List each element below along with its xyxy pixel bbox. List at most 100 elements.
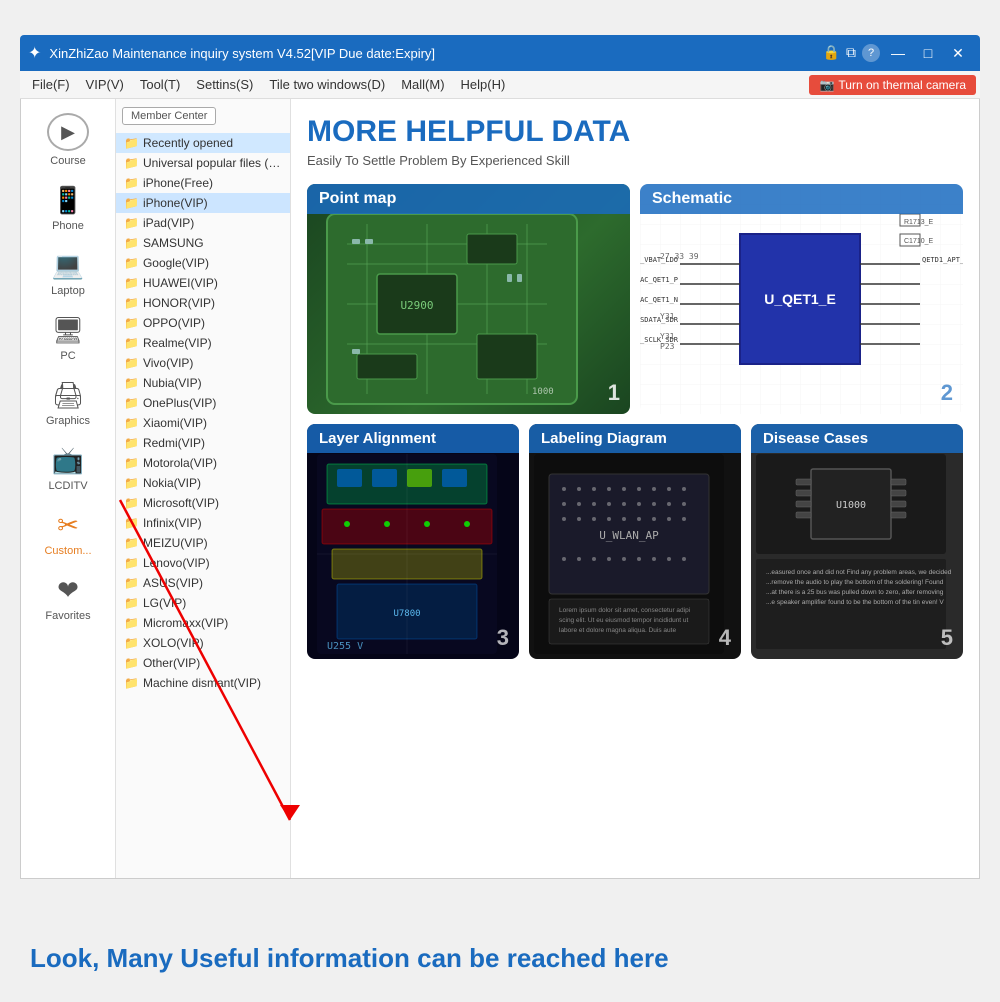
tree-item-4[interactable]: 📁 iPad(VIP) — [116, 213, 290, 233]
copy-icon: ⧉ — [846, 44, 856, 62]
menu-settings[interactable]: Settins(S) — [188, 74, 261, 95]
card-labeling-diagram[interactable]: Labeling Diagram 4 U_WLAN_AP — [529, 424, 741, 659]
svg-text:U1000: U1000 — [836, 500, 866, 511]
svg-text:SHIELD_ETDAC_QET1_N: SHIELD_ETDAC_QET1_N — [640, 296, 678, 304]
svg-text:SHIELD_ETDAC_QET1_P: SHIELD_ETDAC_QET1_P — [640, 276, 678, 284]
folder-icon: 📁 — [124, 436, 139, 450]
custom-icon: ✂ — [57, 510, 79, 541]
card-disease-cases[interactable]: Disease Cases 5 U1000 — [751, 424, 963, 659]
svg-text:U_WLAN_AP: U_WLAN_AP — [599, 529, 659, 542]
folder-icon: 📁 — [124, 176, 139, 190]
svg-text:U2900: U2900 — [400, 299, 433, 312]
folder-icon: 📁 — [124, 396, 139, 410]
menu-file[interactable]: File(F) — [24, 74, 78, 95]
svg-text:...at there is a 25 bus was pu: ...at there is a 25 bus was pulled down … — [766, 589, 944, 596]
bottom-annotation: Look, Many Useful information can be rea… — [30, 943, 669, 974]
minimize-button[interactable]: — — [884, 41, 912, 65]
sidebar-item-laptop[interactable]: 💻 Laptop — [26, 242, 111, 305]
tree-item-16[interactable]: 📁 Motorola(VIP) — [116, 453, 290, 473]
folder-icon: 📁 — [124, 676, 139, 690]
tree-item-3[interactable]: 📁 iPhone(VIP) — [116, 193, 290, 213]
tree-item-5[interactable]: 📁 SAMSUNG — [116, 233, 290, 253]
tree-item-24[interactable]: 📁 Micromaxx(VIP) — [116, 613, 290, 633]
camera-icon: 📷 — [819, 78, 834, 92]
thermal-camera-button[interactable]: 📷 Turn on thermal camera — [809, 75, 976, 95]
folder-icon: 📁 — [124, 216, 139, 230]
sidebar-item-phone[interactable]: 📱 Phone — [26, 177, 111, 240]
menu-help[interactable]: Help(H) — [453, 74, 514, 95]
close-button[interactable]: ✕ — [944, 41, 972, 65]
svg-text:Lorem ipsum dolor sit amet, co: Lorem ipsum dolor sit amet, consectetur … — [559, 607, 690, 614]
tree-item-21[interactable]: 📁 Lenovo(VIP) — [116, 553, 290, 573]
menu-vip[interactable]: VIP(V) — [78, 74, 132, 95]
help-icon: ? — [862, 44, 880, 62]
tree-item-12[interactable]: 📁 Nubia(VIP) — [116, 373, 290, 393]
svg-text:QETD1_APT_C: QETD1_APT_C — [922, 256, 963, 264]
folder-icon: 📁 — [124, 136, 139, 150]
menu-tool[interactable]: Tool(T) — [132, 74, 188, 95]
svg-text:P23: P23 — [660, 342, 675, 351]
folder-icon: 📁 — [124, 336, 139, 350]
tree-item-19[interactable]: 📁 Infinix(VIP) — [116, 513, 290, 533]
tree-item-27[interactable]: 📁 Machine dismant(VIP) — [116, 673, 290, 693]
graphics-icon: 🖨 — [51, 380, 84, 411]
sidebar-item-lcditv[interactable]: 📺 LCDITV — [26, 437, 111, 500]
folder-icon: 📁 — [124, 656, 139, 670]
folder-icon: 📁 — [124, 256, 139, 270]
sidebar-item-pc[interactable]: 🖥 PC — [26, 307, 111, 370]
member-center-button[interactable]: Member Center — [122, 107, 216, 125]
tree-item-22[interactable]: 📁 ASUS(VIP) — [116, 573, 290, 593]
tree-item-15[interactable]: 📁 Redmi(VIP) — [116, 433, 290, 453]
sidebar-item-course[interactable]: ▶ Course — [26, 105, 111, 175]
svg-text:Y31: Y31 — [660, 312, 675, 321]
app-title: XinZhiZao Maintenance inquiry system V4.… — [49, 46, 822, 61]
tree-item-25[interactable]: 📁 XOLO(VIP) — [116, 633, 290, 653]
tree-item-13[interactable]: 📁 OnePlus(VIP) — [116, 393, 290, 413]
tree-item-20[interactable]: 📁 MEIZU(VIP) — [116, 533, 290, 553]
sidebar-item-favorites[interactable]: ❤ Favorites — [26, 567, 111, 630]
tree-item-26[interactable]: 📁 Other(VIP) — [116, 653, 290, 673]
tree-item-17[interactable]: 📁 Nokia(VIP) — [116, 473, 290, 493]
card-point-map[interactable]: Point map 1 — [307, 184, 630, 414]
tree-item-23[interactable]: 📁 LG(VIP) — [116, 593, 290, 613]
sidebar-item-graphics[interactable]: 🖨 Graphics — [26, 372, 111, 435]
tree-item-11[interactable]: 📁 Vivo(VIP) — [116, 353, 290, 373]
folder-icon: 📁 — [124, 416, 139, 430]
folder-icon: 📁 — [124, 316, 139, 330]
folder-icon: 📁 — [124, 456, 139, 470]
folder-icon: 📁 — [124, 236, 139, 250]
folder-icon: 📁 — [124, 576, 139, 590]
lcditv-icon: 📺 — [52, 445, 84, 476]
svg-text:...e speaker amplifier found t: ...e speaker amplifier found to be the b… — [766, 599, 944, 606]
folder-icon: 📁 — [124, 536, 139, 550]
folder-icon: 📁 — [124, 636, 139, 650]
sidebar-item-custom[interactable]: ✂ Custom... — [26, 502, 111, 565]
tree-item-14[interactable]: 📁 Xiaomi(VIP) — [116, 413, 290, 433]
tree-item-7[interactable]: 📁 HUAWEI(VIP) — [116, 273, 290, 293]
card-layer-alignment[interactable]: Layer Alignment 3 — [307, 424, 519, 659]
svg-text:...remove the audio to play th: ...remove the audio to play the bottom o… — [766, 579, 944, 586]
menu-tile[interactable]: Tile two windows(D) — [261, 74, 393, 95]
menu-mall[interactable]: Mall(M) — [393, 74, 452, 95]
svg-text:C1710_E: C1710_E — [904, 238, 934, 245]
folder-icon: 📁 — [124, 196, 139, 210]
folder-icon: 📁 — [124, 296, 139, 310]
svg-text:scing elit. Ut eu eiusmod temp: scing elit. Ut eu eiusmod tempor incidid… — [559, 617, 689, 624]
tree-item-recently-opened[interactable]: 📁 Recently opened — [116, 133, 290, 153]
tree-item-9[interactable]: 📁 OPPO(VIP) — [116, 313, 290, 333]
maximize-button[interactable]: □ — [914, 41, 942, 65]
laptop-icon: 💻 — [52, 250, 84, 281]
hero-subtitle: Easily To Settle Problem By Experienced … — [307, 153, 963, 168]
tree-item-10[interactable]: 📁 Realme(VIP) — [116, 333, 290, 353]
tree-item-2[interactable]: 📁 iPhone(Free) — [116, 173, 290, 193]
tree-item-8[interactable]: 📁 HONOR(VIP) — [116, 293, 290, 313]
folder-icon: 📁 — [124, 376, 139, 390]
tree-item-18[interactable]: 📁 Microsoft(VIP) — [116, 493, 290, 513]
lock-icon: 🔒 — [823, 44, 840, 62]
svg-text:Y31: Y31 — [660, 332, 675, 341]
card-schematic[interactable]: Schematic 2 — [640, 184, 963, 414]
tree-item-1[interactable]: 📁 Universal popular files (free — [116, 153, 290, 173]
svg-text:27 33 39: 27 33 39 — [660, 252, 699, 261]
folder-icon: 📁 — [124, 476, 139, 490]
tree-item-6[interactable]: 📁 Google(VIP) — [116, 253, 290, 273]
